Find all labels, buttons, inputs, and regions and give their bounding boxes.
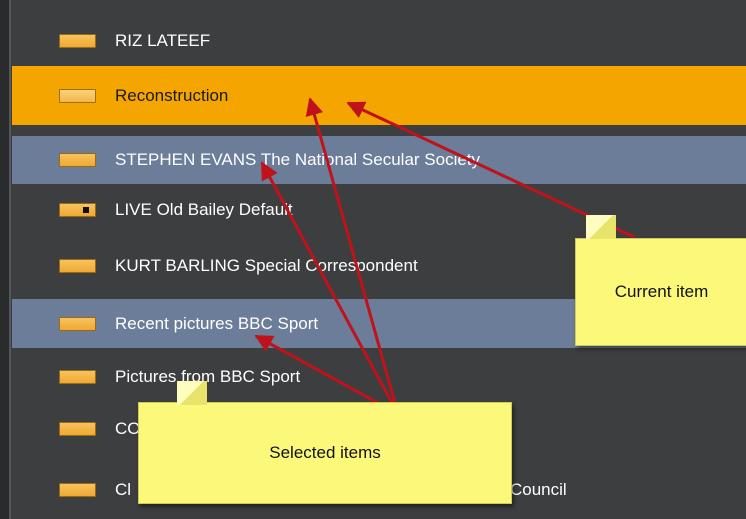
folder-icon — [59, 153, 96, 167]
list-item-label: Cl — [115, 480, 132, 499]
current-item-callout-text: Current item — [614, 282, 709, 301]
note-fold — [586, 215, 616, 239]
note-fold — [177, 381, 207, 405]
folder-icon — [59, 34, 96, 48]
live-icon — [59, 203, 96, 217]
list-item[interactable]: Pictures from BBC Sport — [12, 352, 746, 402]
list-item-current[interactable]: Reconstruction — [12, 66, 746, 125]
list-item-label: RIZ LATEEF — [115, 31, 211, 50]
folder-icon — [59, 259, 96, 273]
folder-icon — [59, 422, 96, 436]
current-item-callout: Current item — [575, 215, 746, 346]
list-item-selected[interactable]: STEPHEN EVANS The National Secular Socie… — [12, 136, 746, 184]
folder-icon — [59, 370, 96, 384]
folder-icon — [59, 88, 96, 103]
list-item-label: Recent pictures BBC Sport — [115, 313, 319, 333]
panel-divider — [9, 0, 11, 519]
list-item-label: Pictures from BBC Sport — [115, 367, 301, 386]
list-item[interactable]: RIZ LATEEF — [12, 16, 746, 66]
list-item[interactable]: LIVE Old Bailey Default — [12, 185, 746, 235]
folder-icon — [59, 316, 96, 331]
list-item-trailing-label: Council — [510, 480, 567, 499]
folder-icon — [59, 483, 96, 497]
list-item-label: KURT BARLING Special Correspondent — [115, 256, 418, 275]
list-item-label: LIVE Old Bailey Default — [115, 200, 293, 219]
selected-items-callout: Selected items — [138, 381, 512, 504]
sidebar-strip — [0, 0, 9, 519]
list-item-label: Reconstruction — [115, 85, 229, 105]
selected-items-callout-text: Selected items — [269, 443, 381, 462]
list-item-label: STEPHEN EVANS The National Secular Socie… — [115, 150, 481, 169]
